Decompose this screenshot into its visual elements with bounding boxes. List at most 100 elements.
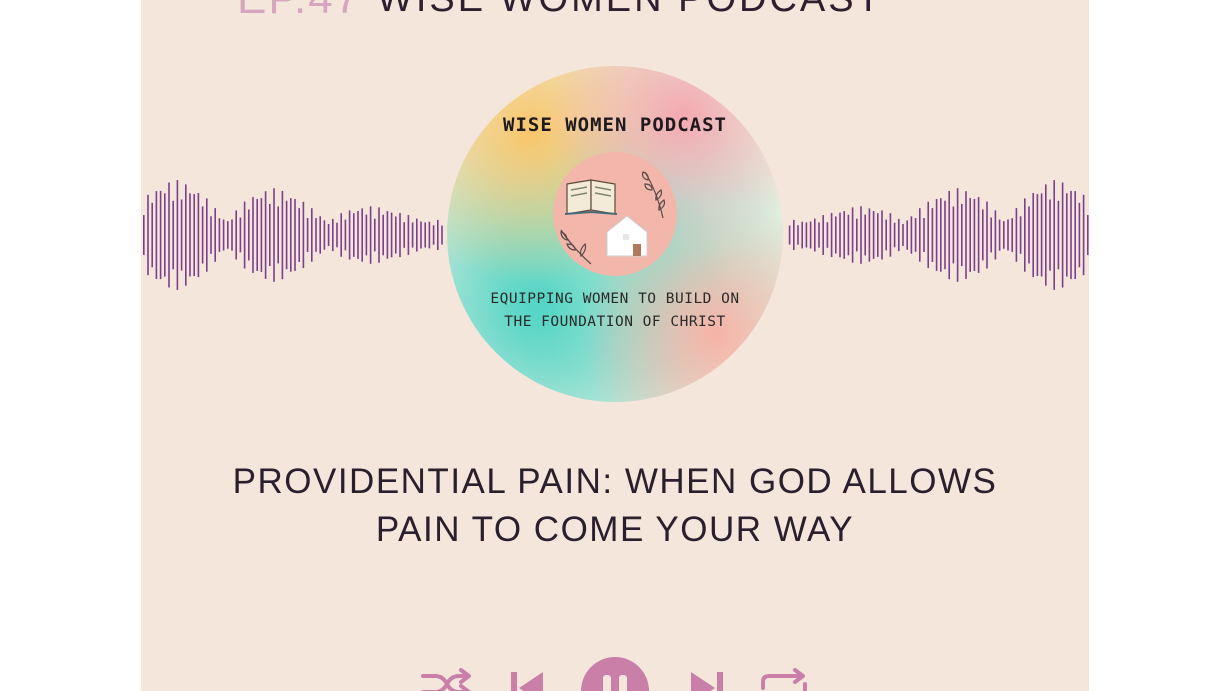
wave-bar: [956, 188, 959, 282]
wave-bar: [340, 213, 342, 257]
wave-bar: [814, 218, 816, 252]
wave-bar: [1045, 184, 1047, 286]
wave-bar: [919, 208, 921, 262]
wave-bar: [243, 201, 246, 269]
wave-bar: [986, 201, 988, 269]
wave-bar: [260, 198, 263, 272]
wave-bar: [441, 225, 443, 245]
wave-bar: [847, 214, 850, 256]
wave-bar: [889, 213, 892, 257]
wave-bar: [927, 201, 929, 269]
pause-button[interactable]: [581, 657, 649, 691]
episode-title: PROVIDENTIAL PAIN: WHEN GOD ALLOWS PAIN …: [141, 458, 1089, 554]
sound-wave-left: [143, 180, 443, 290]
wave-bar: [868, 208, 871, 262]
wave-bar: [898, 218, 900, 252]
wave-bar: [969, 198, 971, 272]
wave-bar: [1011, 218, 1013, 252]
shuffle-icon[interactable]: [421, 668, 471, 691]
wave-bar: [189, 193, 191, 277]
wave-bar: [906, 220, 908, 250]
wave-bar: [965, 191, 967, 279]
wave-bar: [248, 209, 250, 261]
wave-bar: [306, 218, 309, 252]
wave-bar: [264, 191, 267, 279]
house-icon: [606, 215, 648, 257]
wave-bar: [1024, 198, 1026, 272]
wave-bar: [1007, 219, 1009, 251]
wave-bar: [386, 211, 389, 259]
wave-bar: [365, 214, 368, 256]
wave-bar: [348, 210, 351, 260]
wave-bar: [1028, 206, 1030, 264]
wave-bar: [952, 206, 955, 264]
leaf-branch-icon: [560, 229, 592, 265]
wave-bar: [311, 208, 313, 262]
wave-bar: [864, 214, 866, 256]
wave-bar: [201, 206, 204, 264]
wave-bar: [416, 218, 418, 252]
podcast-name-header: WISE WOMEN PODCAST: [377, 0, 883, 21]
wave-bar: [399, 212, 401, 258]
tagline-line-2: THE FOUNDATION OF CHRIST: [504, 314, 726, 330]
wave-bar: [1015, 208, 1018, 262]
wave-bar: [185, 184, 187, 286]
wave-bar: [788, 225, 791, 245]
wave-bar: [403, 222, 405, 248]
wave-bar: [1049, 199, 1051, 271]
wave-bar: [998, 219, 1001, 251]
wave-bar: [378, 207, 380, 263]
wave-bar: [860, 206, 862, 264]
wave-bar: [877, 213, 879, 257]
wave-bar: [227, 221, 229, 249]
wave-bar: [990, 217, 992, 253]
next-icon[interactable]: [689, 670, 725, 691]
wave-bar: [239, 217, 242, 253]
wave-bar: [155, 191, 158, 279]
wave-bar: [214, 208, 216, 262]
wave-bar: [835, 216, 837, 254]
wave-bar: [357, 211, 359, 259]
wave-bar: [315, 218, 317, 252]
wave-bar: [256, 199, 258, 271]
wave-bar: [382, 214, 384, 256]
tagline-line-1: EQUIPPING WOMEN TO BUILD ON: [490, 291, 740, 307]
sound-wave-right: [788, 180, 1089, 290]
wave-bar: [327, 224, 330, 246]
wave-bar: [298, 208, 300, 262]
wave-bar: [910, 216, 913, 254]
wave-bar: [206, 198, 208, 272]
wave-bar: [961, 203, 963, 267]
cover-inner-circle: [553, 152, 677, 276]
wave-bar: [881, 210, 883, 260]
wave-bar: [1019, 216, 1022, 254]
podcast-card: EP.47 WISE WOMEN PODCAST WISE WOMEN PODC…: [141, 0, 1089, 691]
episode-title-line-2: PAIN TO COME YOUR WAY: [375, 510, 855, 549]
wave-bar: [424, 222, 426, 248]
wave-bar: [437, 219, 439, 251]
wave-bar: [252, 197, 254, 273]
wave-bar: [973, 199, 976, 271]
repeat-icon[interactable]: [759, 668, 809, 691]
wave-bar: [944, 200, 946, 270]
wave-bar: [1003, 221, 1005, 249]
wave-bar: [395, 216, 397, 254]
wave-bar: [336, 222, 338, 248]
wave-bar: [168, 182, 170, 288]
wave-bar: [180, 199, 183, 271]
cover-podcast-name: WISE WOMEN PODCAST: [503, 114, 727, 136]
wave-bar: [931, 208, 934, 262]
wave-bar: [902, 224, 904, 246]
wave-bar: [843, 211, 845, 259]
episode-title-line-1: PROVIDENTIAL PAIN: WHEN GOD ALLOWS: [232, 462, 998, 501]
wave-bar: [1066, 193, 1068, 277]
wave-bar: [420, 221, 422, 249]
wave-bar: [893, 222, 896, 248]
wave-bar: [407, 215, 410, 255]
wave-bar: [1040, 193, 1043, 277]
cover-tagline: EQUIPPING WOMEN TO BUILD ON THE FOUNDATI…: [447, 288, 783, 334]
wave-bar: [797, 225, 799, 245]
wave-bar: [269, 203, 271, 267]
wave-bar: [164, 193, 166, 277]
previous-icon[interactable]: [509, 670, 545, 691]
